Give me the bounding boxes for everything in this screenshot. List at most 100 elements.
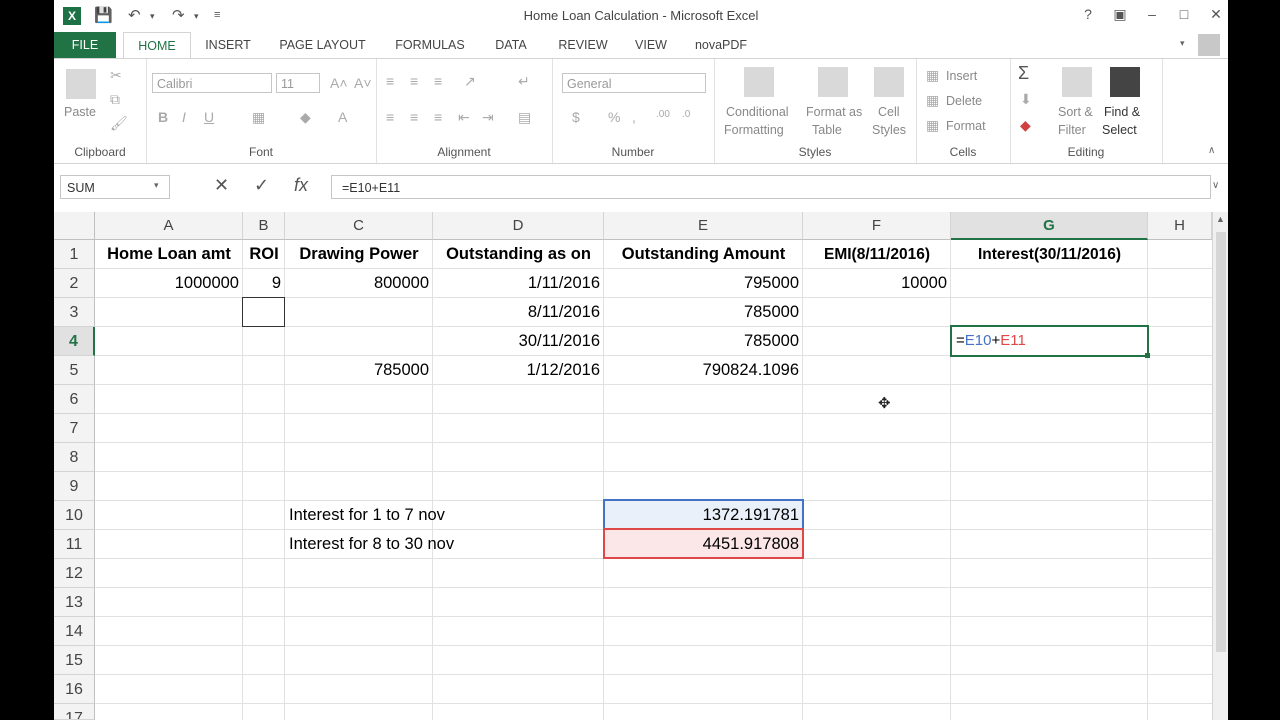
fill-icon[interactable]: ⬇	[1020, 91, 1032, 108]
grow-font-icon[interactable]: A˄	[330, 75, 348, 91]
font-size-box[interactable]: 11	[276, 73, 320, 93]
cell-e1[interactable]: Outstanding Amount	[604, 240, 803, 269]
help-icon[interactable]: ?	[1078, 6, 1098, 22]
column-header-a[interactable]: A	[95, 212, 243, 240]
collapse-ribbon-icon[interactable]: ∧	[1208, 145, 1215, 156]
merge-center-icon[interactable]: ▤	[518, 109, 531, 126]
active-cell-g4[interactable]: =E10+E11	[950, 325, 1149, 357]
vertical-scrollbar[interactable]: ▲	[1212, 212, 1228, 720]
cell-e4[interactable]: 785000	[604, 327, 803, 356]
column-header-c[interactable]: C	[285, 212, 433, 240]
conditional-formatting-icon[interactable]	[744, 67, 774, 97]
cell-b2[interactable]: 9	[243, 269, 285, 298]
delete-cells-label[interactable]: Delete	[946, 94, 982, 108]
column-header-b[interactable]: B	[243, 212, 285, 240]
sort-filter-icon[interactable]	[1062, 67, 1092, 97]
row-header[interactable]: 4	[54, 327, 95, 356]
tab-home[interactable]: HOME	[123, 32, 191, 60]
row-header[interactable]: 3	[54, 298, 95, 327]
scrollbar-thumb[interactable]	[1216, 232, 1226, 652]
cell-styles-icon[interactable]	[874, 67, 904, 97]
confirm-entry-icon[interactable]: ✓	[254, 175, 269, 196]
expand-formula-bar-icon[interactable]: ∨	[1212, 180, 1219, 191]
currency-icon[interactable]: $	[572, 109, 580, 125]
row-header[interactable]: 5	[54, 356, 95, 385]
row-header[interactable]: 15	[54, 646, 95, 675]
cell-a1[interactable]: Home Loan amt	[95, 240, 243, 269]
fill-handle[interactable]	[1145, 353, 1150, 358]
cut-icon[interactable]: ✂	[110, 67, 122, 84]
delete-cells-icon[interactable]: ▦	[926, 92, 939, 109]
copy-icon[interactable]: ⧉	[110, 91, 120, 108]
font-color-icon[interactable]: A	[338, 109, 347, 125]
scroll-up-icon[interactable]: ▲	[1216, 214, 1225, 224]
number-format-box[interactable]: General	[562, 73, 706, 93]
bottom-align-icon[interactable]: ≡	[434, 73, 442, 89]
font-name-box[interactable]: Calibri	[152, 73, 272, 93]
shrink-font-icon[interactable]: A˅	[354, 75, 372, 91]
row-header[interactable]: 17	[54, 704, 95, 720]
tab-data[interactable]: DATA	[486, 32, 536, 58]
cell-e11[interactable]: 4451.917808	[604, 530, 803, 559]
tab-formulas[interactable]: FORMULAS	[387, 32, 473, 58]
cell-d4[interactable]: 30/11/2016	[433, 327, 604, 356]
tab-novapdf[interactable]: novaPDF	[690, 32, 752, 58]
row-header[interactable]: 6	[54, 385, 95, 414]
formula-input[interactable]: =E10+E11	[331, 175, 1211, 199]
row-header[interactable]: 2	[54, 269, 95, 298]
autosum-icon[interactable]: Σ	[1018, 63, 1029, 84]
percent-icon[interactable]: %	[608, 109, 620, 125]
ribbon-options-icon[interactable]: ▾	[1180, 38, 1185, 49]
cancel-entry-icon[interactable]: ✕	[214, 175, 229, 196]
cell-e5[interactable]: 790824.1096	[604, 356, 803, 385]
paste-label[interactable]: Paste	[64, 105, 96, 119]
row-header[interactable]: 10	[54, 501, 95, 530]
middle-align-icon[interactable]: ≡	[410, 73, 418, 89]
close-icon[interactable]: ✕	[1206, 6, 1226, 23]
paste-icon[interactable]	[66, 69, 96, 99]
conditional-formatting-label-2[interactable]: Formatting	[724, 123, 784, 137]
conditional-formatting-label[interactable]: Conditional	[726, 105, 789, 119]
row-header[interactable]: 8	[54, 443, 95, 472]
cell-c11[interactable]: Interest for 8 to 30 nov	[285, 530, 603, 559]
top-align-icon[interactable]: ≡	[386, 73, 394, 89]
increase-decimal-icon[interactable]: .00	[656, 109, 670, 120]
cell-b1[interactable]: ROI	[243, 240, 285, 269]
cell-c10[interactable]: Interest for 1 to 7 nov	[285, 501, 603, 530]
insert-cells-label[interactable]: Insert	[946, 69, 977, 83]
cell-g1[interactable]: Interest(30/11/2016)	[951, 240, 1148, 269]
borders-icon[interactable]: ▦	[252, 109, 265, 126]
find-select-icon[interactable]	[1110, 67, 1140, 97]
align-left-icon[interactable]: ≡	[386, 109, 394, 125]
minimize-icon[interactable]: –	[1142, 6, 1162, 22]
sort-filter-label[interactable]: Sort &	[1058, 105, 1093, 119]
align-center-icon[interactable]: ≡	[410, 109, 418, 125]
cell-f1[interactable]: EMI(8/11/2016)	[803, 240, 951, 269]
cell-e2[interactable]: 795000	[604, 269, 803, 298]
fill-color-icon[interactable]: ◆	[300, 109, 311, 126]
cell-c1[interactable]: Drawing Power	[285, 240, 433, 269]
row-header[interactable]: 11	[54, 530, 95, 559]
cell-f2[interactable]: 10000	[803, 269, 951, 298]
cell-styles-label[interactable]: Cell	[878, 105, 900, 119]
orientation-icon[interactable]: ↗	[464, 73, 476, 90]
tab-review[interactable]: REVIEW	[552, 32, 614, 58]
cell-e3[interactable]: 785000	[604, 298, 803, 327]
column-header-d[interactable]: D	[433, 212, 604, 240]
format-cells-label[interactable]: Format	[946, 119, 986, 133]
format-as-table-icon[interactable]	[818, 67, 848, 97]
clear-icon[interactable]: ◆	[1020, 117, 1031, 134]
row-header[interactable]: 7	[54, 414, 95, 443]
format-cells-icon[interactable]: ▦	[926, 117, 939, 134]
tab-insert[interactable]: INSERT	[197, 32, 259, 58]
row-header[interactable]: 1	[54, 240, 95, 269]
cell-d5[interactable]: 1/12/2016	[433, 356, 604, 385]
cell-c5[interactable]: 785000	[285, 356, 433, 385]
align-right-icon[interactable]: ≡	[434, 109, 442, 125]
italic-icon[interactable]: I	[182, 109, 186, 125]
insert-cells-icon[interactable]: ▦	[926, 67, 939, 84]
row-header[interactable]: 9	[54, 472, 95, 501]
cell-c2[interactable]: 800000	[285, 269, 433, 298]
cell-d1[interactable]: Outstanding as on	[433, 240, 604, 269]
select-all-corner[interactable]	[54, 212, 95, 240]
